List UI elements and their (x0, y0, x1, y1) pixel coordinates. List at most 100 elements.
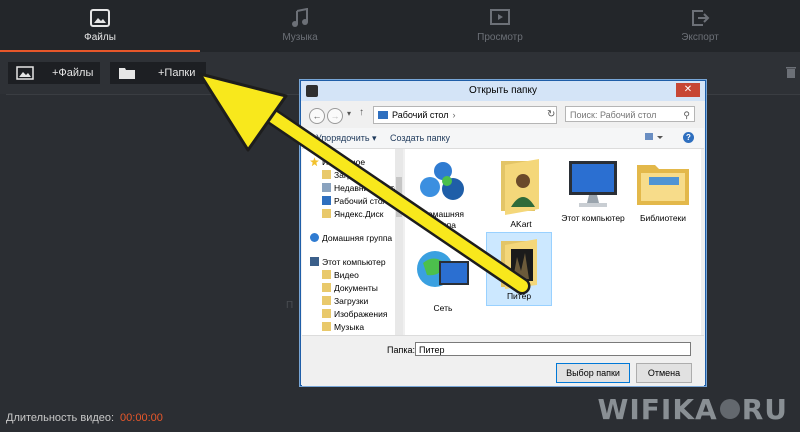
nav-label: Загрузки (334, 170, 369, 180)
tab-export[interactable]: Экспорт (600, 0, 800, 52)
recent-places-icon (322, 183, 331, 193)
navigation-pane: Избранное Загрузки Недавние места Рабочи… (302, 149, 403, 335)
dialog-footer: Папка: Питер Выбор папки Отмена (302, 335, 704, 386)
nav-item-homegroup[interactable]: Домашняя группа (310, 233, 392, 245)
cancel-button[interactable]: Отмена (636, 363, 692, 383)
view-options-icon[interactable] (644, 132, 664, 142)
folder-content-view: Домашняя группа AKart Этот компьютер Биб… (405, 149, 701, 335)
nav-label: Домашняя группа (322, 233, 393, 243)
pictures-folder-icon (322, 309, 331, 319)
new-folder-button[interactable]: Создать папку (390, 133, 450, 143)
address-bar: ← → ▾ ↑ Рабочий стол › ↻ Поиск: Рабочий с… (307, 105, 699, 125)
computer-icon (310, 257, 319, 267)
tab-files[interactable]: Файлы (0, 0, 200, 52)
folder-label: Папка: (387, 345, 415, 355)
search-icon: ⚲ (683, 110, 690, 120)
duration-label: Длительность видео: (6, 412, 115, 424)
play-screen-icon (490, 9, 510, 25)
nav-item-this-pc[interactable]: Этот компьютер (310, 257, 386, 269)
refresh-icon[interactable]: ↻ (547, 109, 555, 120)
user-folder-icon (501, 159, 539, 215)
nav-label: Загрузки (334, 296, 369, 306)
homegroup-icon (310, 233, 319, 243)
item-label: Библиотеки (639, 213, 687, 223)
film-image-icon (90, 9, 110, 27)
search-input[interactable]: Поиск: Рабочий стол ⚲ (565, 106, 695, 122)
select-folder-button[interactable]: Выбор папки (556, 363, 630, 383)
export-icon (692, 10, 710, 26)
desktop-icon (322, 196, 331, 206)
nav-label: Изображения (334, 309, 388, 319)
top-tab-bar: Файлы Музыка Просмотр Экспорт (0, 0, 800, 52)
item-piter[interactable]: Питер (486, 232, 552, 306)
video-duration: Длительность видео: 00:00:00 (6, 412, 163, 424)
address-text: Рабочий стол (392, 110, 449, 120)
forward-button[interactable]: → (327, 108, 343, 124)
nav-item-pictures[interactable]: Изображения (322, 309, 387, 321)
music-folder-icon (322, 322, 331, 332)
add-files-label: +Файлы (52, 67, 94, 79)
item-label: AKart (510, 219, 532, 229)
image-icon (16, 66, 34, 80)
tab-label: Музыка (282, 32, 318, 43)
folder-icon (501, 239, 537, 289)
add-folders-button[interactable]: +Папки (110, 62, 206, 84)
organize-button[interactable]: Упорядочить ▾ (316, 133, 377, 144)
nav-scrollbar[interactable] (395, 149, 403, 335)
nav-label: Музыка (334, 322, 365, 332)
music-note-icon (292, 8, 308, 27)
close-button[interactable]: ✕ (676, 83, 700, 97)
back-button[interactable]: ← (309, 108, 325, 124)
item-label: Домашняя группа (422, 209, 464, 230)
dialog-titlebar[interactable]: Открыть папку ✕ (301, 81, 705, 101)
tab-label: Просмотр (477, 32, 523, 43)
computer-icon (569, 161, 617, 207)
item-akart[interactable]: AKart (489, 157, 553, 230)
address-field[interactable]: Рабочий стол › (373, 106, 557, 124)
item-this-pc[interactable]: Этот компьютер (561, 157, 625, 224)
tab-label: Файлы (84, 32, 116, 43)
item-network[interactable]: Сеть (411, 243, 475, 314)
folder-icon (322, 209, 331, 219)
nav-item-yandex-disk[interactable]: Яндекс.Диск (322, 209, 383, 221)
item-label: Питер (506, 291, 532, 301)
nav-item-documents[interactable]: Документы (322, 283, 378, 295)
help-button[interactable]: ? (683, 132, 694, 143)
add-files-button[interactable]: +Файлы (8, 62, 100, 84)
command-bar: Упорядочить ▾ Создать папку ? (302, 128, 704, 149)
tab-label: Экспорт (681, 32, 719, 43)
item-label: Сеть (433, 303, 453, 313)
item-homegroup[interactable]: Домашняя группа (411, 157, 475, 231)
tab-music[interactable]: Музыка (200, 0, 400, 52)
nav-label: Недавние места (334, 183, 399, 193)
nav-item-downloads[interactable]: Загрузки (322, 170, 368, 182)
watermark-logo: WIFIKA RU (597, 393, 788, 426)
libraries-folder-icon (637, 165, 689, 205)
nav-item-recent[interactable]: Недавние места (322, 183, 399, 195)
nav-item-video[interactable]: Видео (322, 270, 359, 282)
item-label: Этот компьютер (561, 213, 625, 223)
nav-label: Избранное (322, 157, 366, 167)
documents-folder-icon (322, 283, 331, 293)
history-dropdown-icon[interactable]: ▾ (347, 109, 351, 118)
download-folder-icon (322, 296, 331, 306)
add-folders-label: +Папки (158, 67, 196, 79)
nav-item-desktop[interactable]: Рабочий стол (322, 196, 387, 208)
folder-name-input[interactable]: Питер (415, 342, 691, 356)
item-libraries[interactable]: Библиотеки (631, 157, 695, 224)
watermark-right: RU (741, 393, 788, 426)
trash-icon[interactable] (786, 66, 796, 78)
nav-item-favorites[interactable]: Избранное (310, 157, 365, 169)
up-arrow-icon[interactable]: ↑ (359, 107, 364, 118)
breadcrumb-chevron-icon: › (452, 110, 456, 120)
dialog-title: Открыть папку (469, 85, 537, 96)
scrollbar-thumb[interactable] (396, 177, 402, 217)
search-placeholder: Поиск: Рабочий стол (570, 110, 657, 120)
tab-preview[interactable]: Просмотр (400, 0, 600, 52)
nav-item-downloads-2[interactable]: Загрузки (322, 296, 368, 308)
network-icon (417, 251, 469, 287)
video-folder-icon (322, 270, 331, 280)
download-folder-icon (322, 170, 331, 180)
nav-item-music[interactable]: Музыка (322, 322, 364, 334)
folder-icon (119, 68, 135, 79)
